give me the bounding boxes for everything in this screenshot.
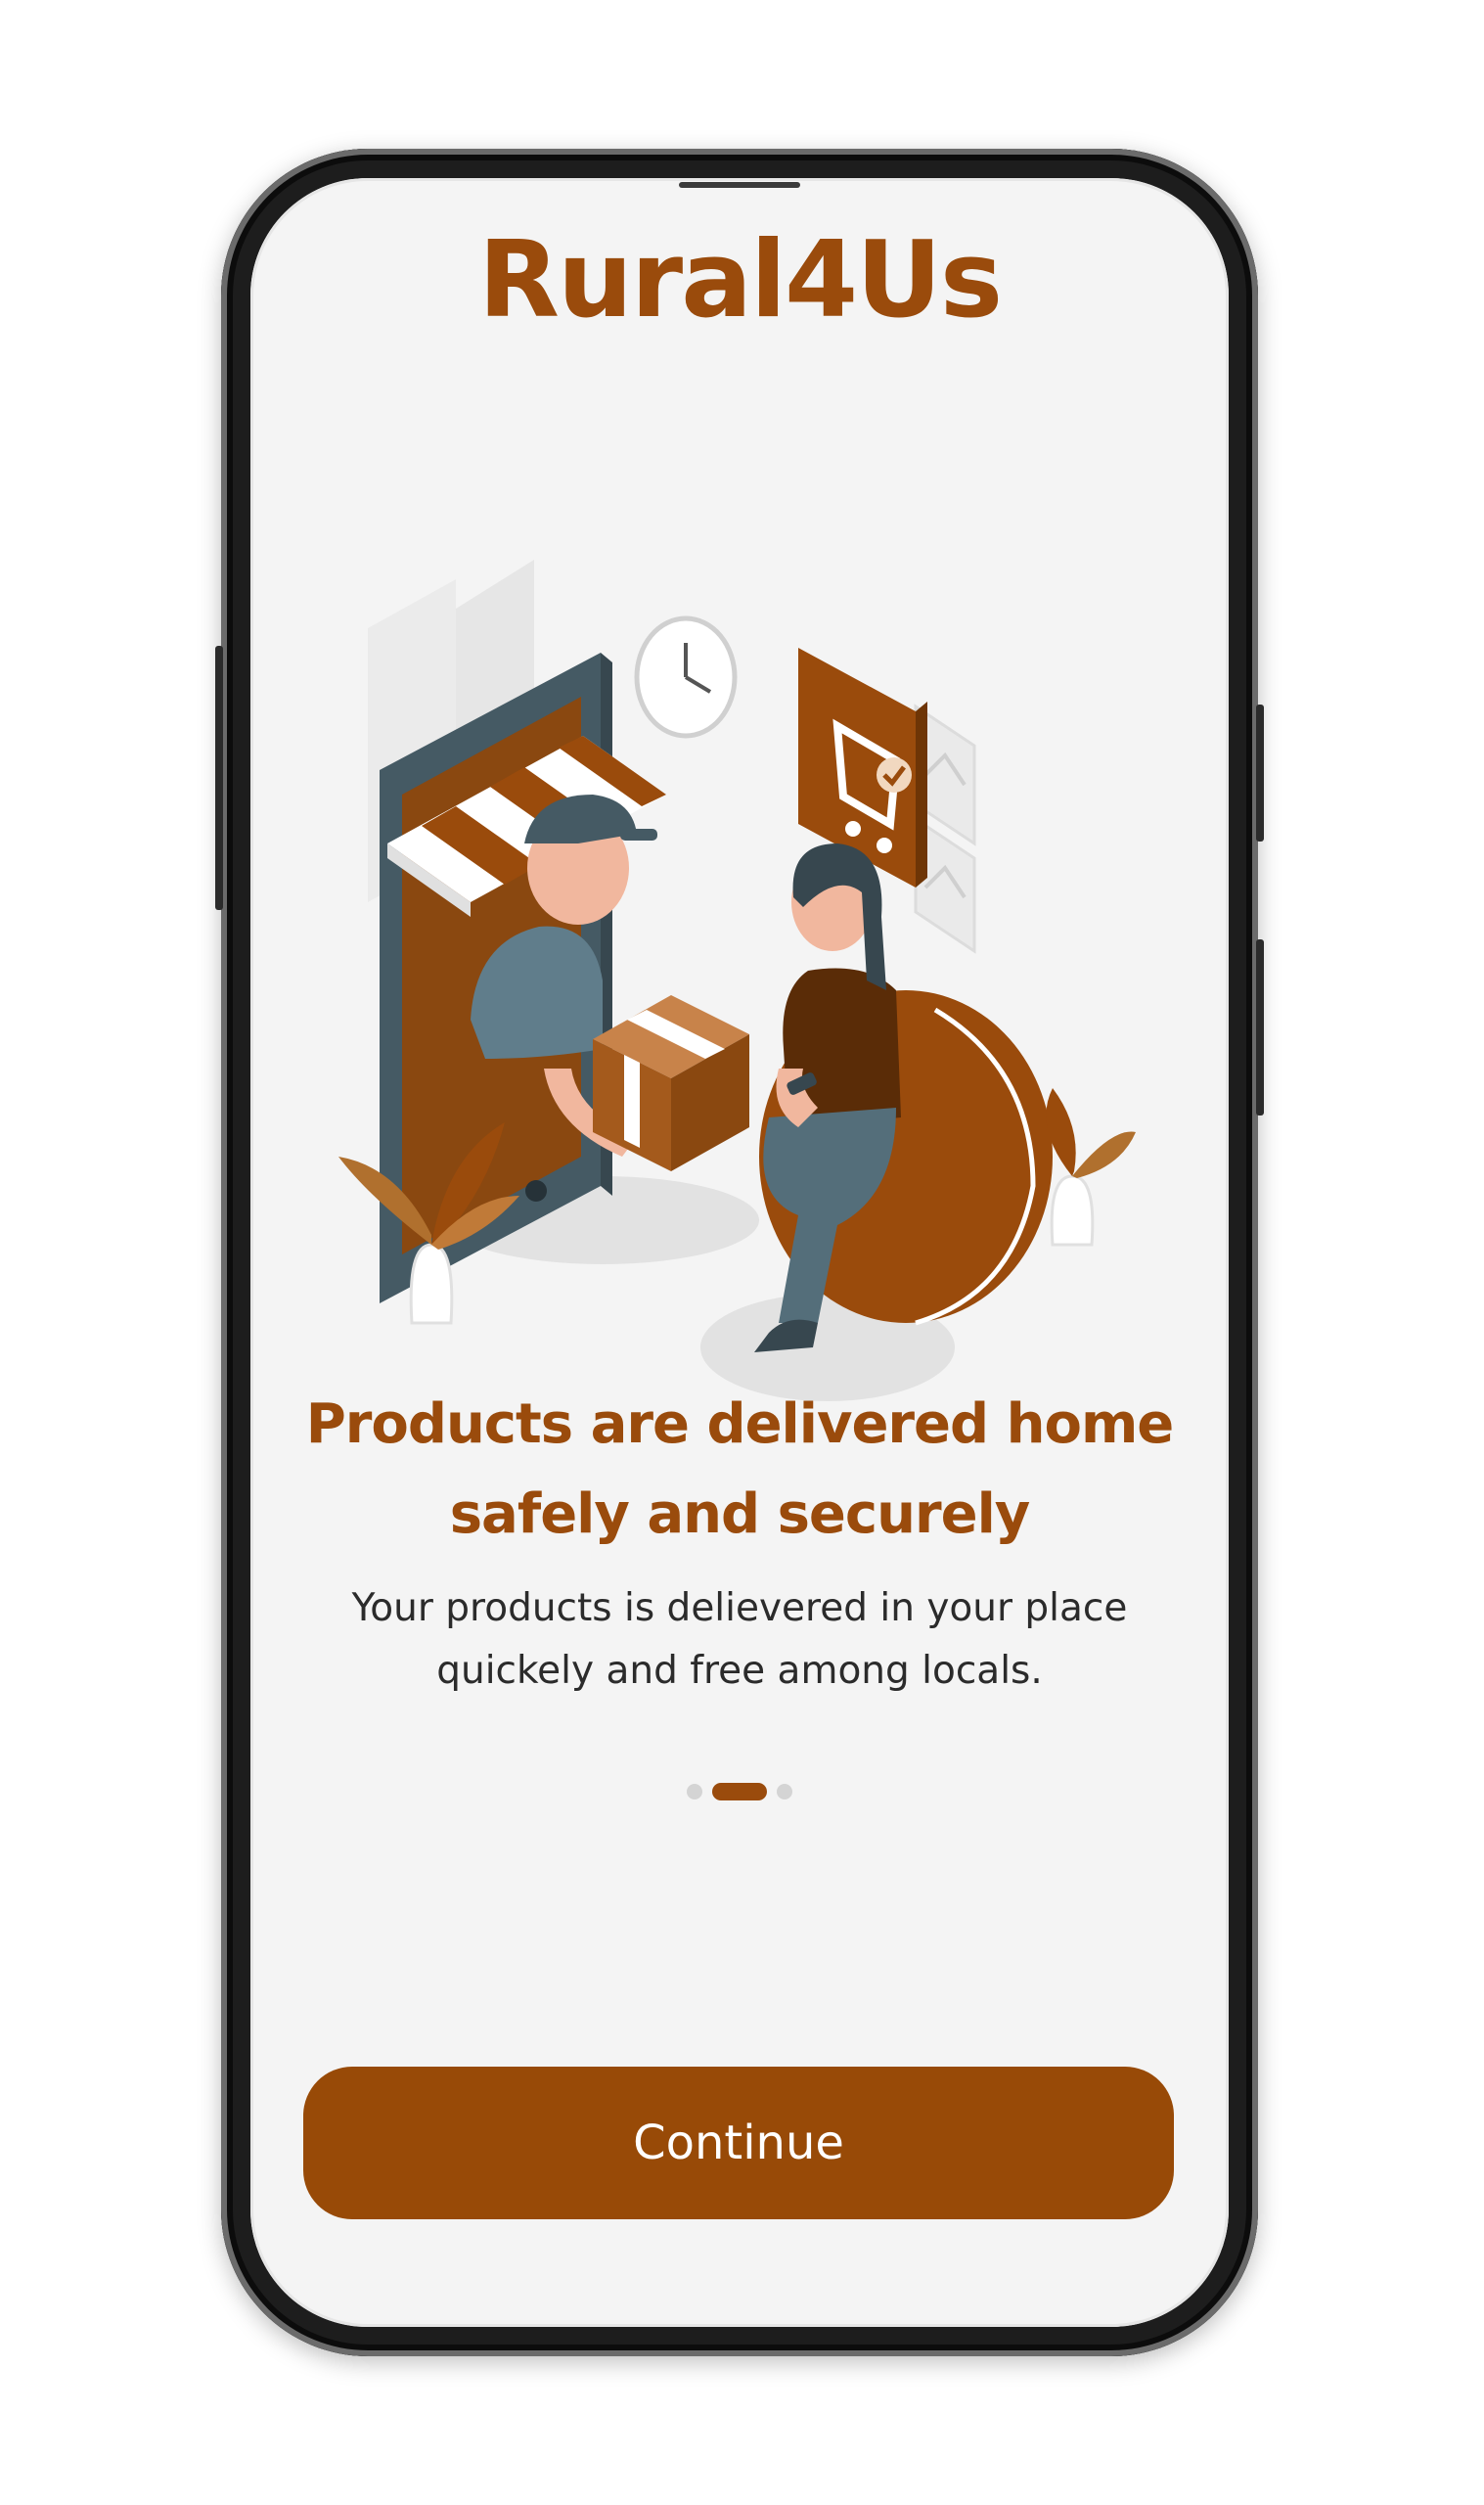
page-dot[interactable] xyxy=(687,1784,702,1799)
plant-right-icon xyxy=(1046,1088,1136,1247)
phone-side-button xyxy=(1256,705,1264,842)
clock-icon xyxy=(634,615,738,739)
app-title: Rural4Us xyxy=(477,219,1003,342)
subtitle-line: Your products is delievered in your plac… xyxy=(351,1586,1128,1630)
page-dot-active[interactable] xyxy=(712,1783,767,1800)
phone-side-button xyxy=(215,646,223,910)
heading-line: Products are delivered home xyxy=(305,1392,1175,1456)
phone-speaker xyxy=(679,182,800,188)
page-indicator xyxy=(250,1783,1229,1800)
subtitle-line: quickely and free among locals. xyxy=(436,1649,1043,1693)
continue-button[interactable]: Continue xyxy=(303,2067,1174,2219)
onboarding-subtitle: Your products is delievered in your plac… xyxy=(329,1577,1150,1703)
app-screen: Rural4Us Products are delivered home saf… xyxy=(250,178,1229,2327)
heading-line: safely and securely xyxy=(449,1482,1031,1546)
page-dot[interactable] xyxy=(777,1784,792,1799)
delivery-illustration xyxy=(338,560,1136,1401)
onboarding-heading: Products are delivered home safely and s… xyxy=(290,1380,1190,1560)
phone-side-button xyxy=(1256,939,1264,1116)
